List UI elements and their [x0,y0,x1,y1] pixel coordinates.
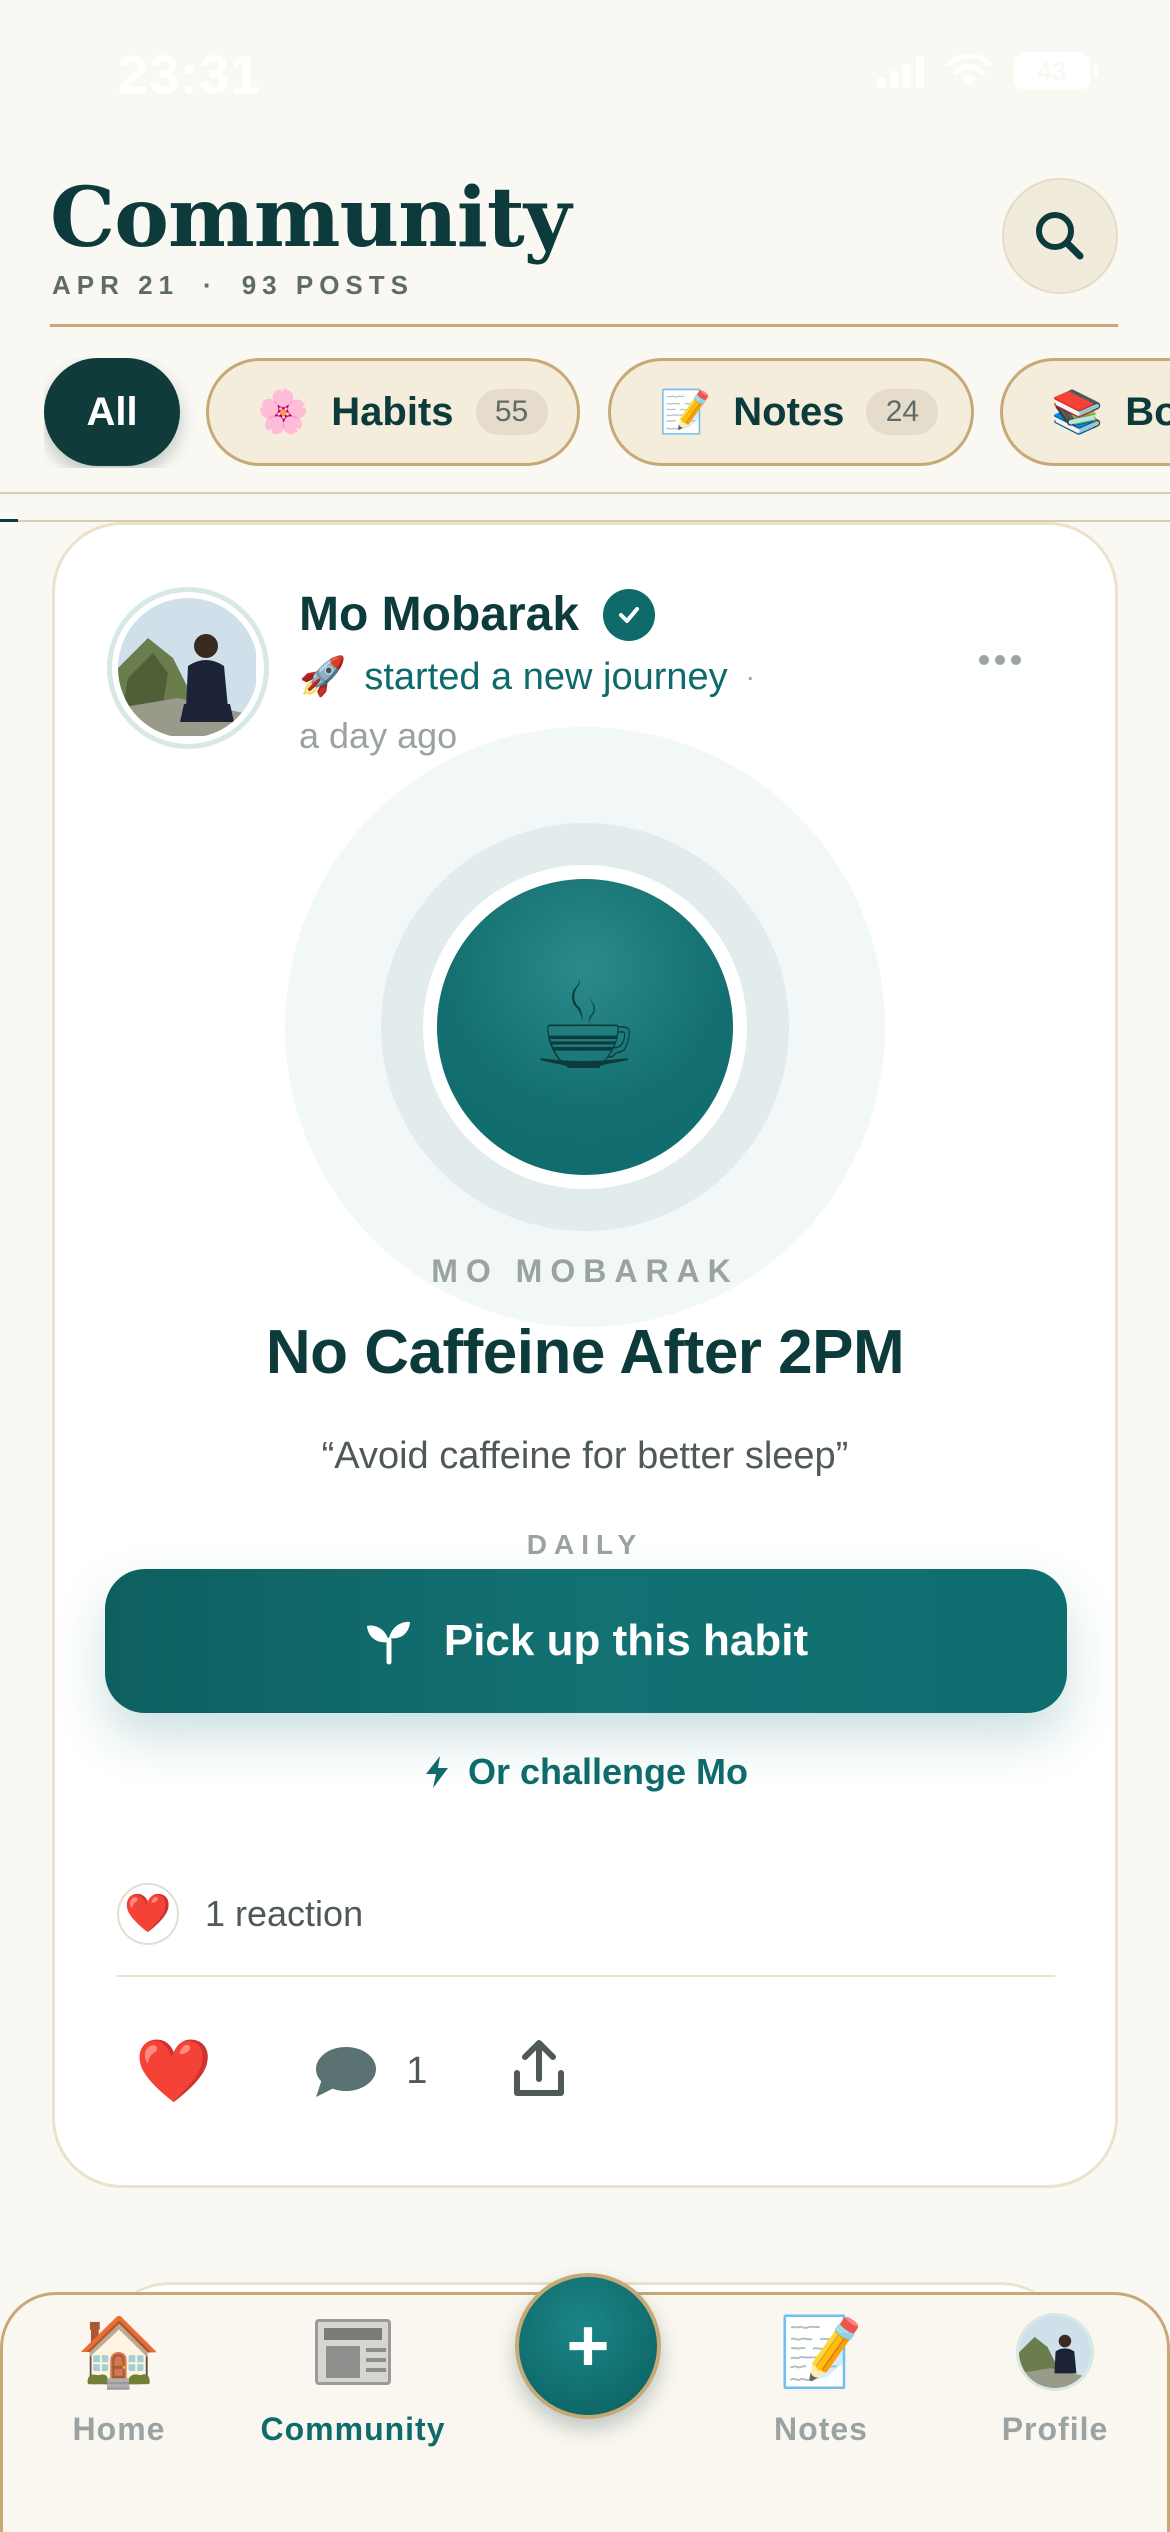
page-subtitle: APR 21 · 93 POSTS [52,270,414,301]
filter-notes[interactable]: 📝 Notes 24 [608,358,974,466]
lightning-icon [425,1756,448,1788]
separator-dot: · [203,270,218,300]
filter-divider [0,492,1170,494]
heart-reaction-icon: ❤️ [117,1883,179,1945]
like-heart-icon[interactable]: ❤️ [135,2040,212,2103]
habit-quote: “Avoid caffeine for better sleep” [321,1435,849,1477]
coffee-icon: ☕ [531,960,639,1094]
books-icon: 📚 [1051,387,1104,435]
separator-dot: · [745,661,755,692]
pick-up-habit-button[interactable]: Pick up this habit [105,1569,1067,1713]
filter-notes-label: Notes [733,389,845,434]
search-icon [1036,212,1084,260]
sprout-icon [366,1621,410,1665]
author-name-row: Mo Mobarak [299,587,656,642]
page-title: Community [50,170,571,266]
verified-icon [603,588,656,641]
tab-community[interactable]: Community [253,2295,453,2448]
reaction-count: 1 reaction [205,1893,364,1934]
activity-line: 🚀 started a new journey · [299,655,755,699]
blossom-icon: 🌸 [257,387,310,435]
reaction-summary[interactable]: ❤️ 1 reaction [117,1883,363,1945]
filter-habits-count: 55 [475,389,548,435]
challenge-label: Or challenge Mo [467,1751,749,1792]
filter-chips: All 🌸 Habits 55 📝 Notes 24 📚 Boo [44,358,1170,468]
tab-home[interactable]: 🏠 Home [19,2295,219,2448]
filter-all-label: All [86,389,138,434]
avatar-photo [118,598,256,736]
add-post-button[interactable]: + [515,2273,661,2419]
filter-habits[interactable]: 🌸 Habits 55 [206,358,580,466]
scroll-indicator [0,519,18,522]
filter-habits-label: Habits [331,389,454,434]
habit-frequency: DAILY [526,1529,644,1560]
share-icon [514,2040,565,2096]
header-divider [50,324,1118,327]
status-time: 23:31 [118,45,262,105]
card-divider [117,1975,1055,1977]
newspaper-icon [314,2313,392,2391]
post-actions: ❤️ 1 [135,2039,567,2104]
filter-books-label: Boo [1125,389,1170,434]
tab-profile[interactable]: Profile [955,2295,1155,2448]
signal-icon [877,54,924,88]
date-label: APR 21 [52,270,180,300]
house-icon: 🏠 [76,2314,162,2390]
author-avatar[interactable] [107,587,269,749]
comment-icon [316,2046,377,2097]
tab-notes-label: Notes [774,2411,868,2447]
tab-notes[interactable]: 📝 Notes [721,2295,921,2448]
comment-button[interactable]: 1 [312,2043,427,2101]
share-button[interactable] [511,2039,567,2104]
tab-home-label: Home [72,2411,166,2447]
habit-title: No Caffeine After 2PM [265,1318,905,1387]
tab-profile-label: Profile [1001,2411,1109,2447]
memo-icon: 📝 [778,2314,864,2390]
battery-icon: 43 [1014,52,1098,90]
activity-text: started a new journey [364,655,728,698]
status-icons: 43 [877,52,1098,90]
status-bar: 23:31 43 [0,0,1170,150]
rocket-icon: 🚀 [299,656,347,698]
filter-all[interactable]: All [44,358,180,466]
more-options-icon[interactable] [979,655,1021,665]
tab-community-label: Community [260,2411,446,2447]
filter-books[interactable]: 📚 Boo [1000,358,1170,466]
wifi-icon [946,54,992,86]
search-button[interactable] [1002,178,1118,294]
memo-icon: 📝 [659,387,712,435]
profile-avatar [1016,2313,1094,2391]
post-count: 93 POSTS [241,270,414,300]
comment-count: 1 [406,2050,428,2092]
pick-up-habit-label: Pick up this habit [443,1616,809,1665]
filter-notes-count: 24 [866,389,939,435]
bottom-tab-bar: 🏠 Home Community + 📝 Notes Profile [0,2273,1170,2532]
habit-badge: ☕ [437,879,733,1175]
post-timestamp: a day ago [299,715,458,756]
challenge-link[interactable]: Or challenge Mo [55,1751,1115,1793]
author-name[interactable]: Mo Mobarak [299,587,579,642]
post-card: Mo Mobarak 🚀 started a new journey · a d… [52,522,1118,2188]
habit-owner: MO MOBARAK [431,1253,739,1289]
